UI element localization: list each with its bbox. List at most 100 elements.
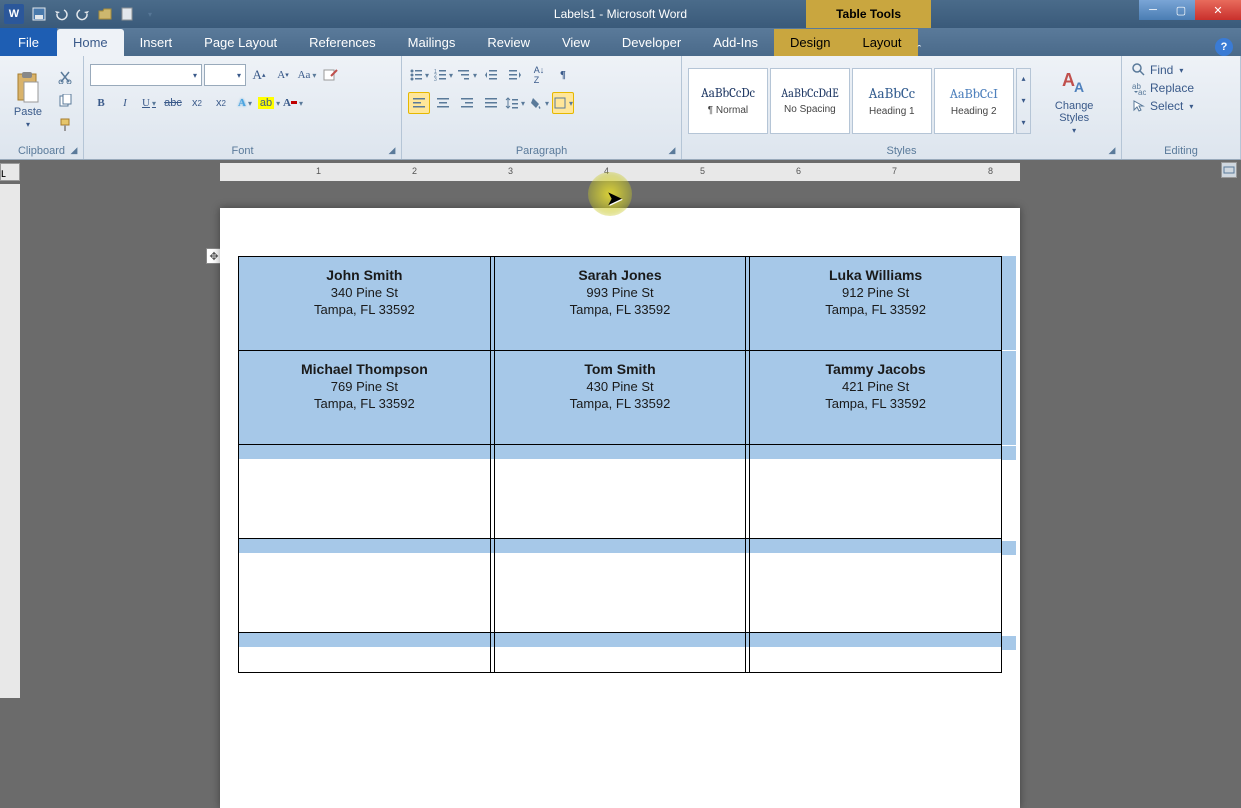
change-case-button[interactable]: Aa (296, 64, 318, 86)
collapse-ribbon-icon[interactable]: ˆ (918, 44, 922, 56)
review-tab[interactable]: Review (471, 29, 546, 56)
table-row: Michael Thompson 769 Pine St Tampa, FL 3… (239, 351, 1002, 445)
word-app-icon: W (4, 4, 24, 24)
tab-selector[interactable]: ˪ (0, 163, 20, 181)
font-label: Font (90, 143, 395, 159)
paste-button[interactable]: Paste ▾ (6, 68, 50, 133)
grow-font-button[interactable]: A▴ (248, 64, 270, 86)
shading-button[interactable] (528, 92, 550, 114)
developer-tab[interactable]: Developer (606, 29, 697, 56)
select-button[interactable]: Select▾ (1128, 98, 1197, 114)
undo-icon[interactable] (52, 5, 70, 23)
numbering-button[interactable]: 123 (432, 64, 454, 86)
font-size-input[interactable]: ▾ (204, 64, 246, 86)
line-spacing-button[interactable] (504, 92, 526, 114)
editing-group: Find▾ abac Replace Select▾ Editing (1122, 56, 1241, 159)
label-cell[interactable] (239, 445, 491, 539)
italic-button[interactable]: I (114, 92, 136, 114)
label-cell[interactable] (239, 633, 491, 673)
find-button[interactable]: Find▾ (1128, 62, 1187, 78)
text-effects-button[interactable]: A (234, 92, 256, 114)
document-page[interactable]: John Smith 340 Pine St Tampa, FL 33592 S… (220, 208, 1020, 808)
label-cell[interactable]: Tammy Jacobs 421 Pine St Tampa, FL 33592 (750, 351, 1002, 445)
maximize-button[interactable]: ▢ (1167, 0, 1195, 20)
align-center-button[interactable] (432, 92, 454, 114)
show-hide-button[interactable]: ¶ (552, 64, 574, 86)
label-cell[interactable] (750, 539, 1002, 633)
minimize-button[interactable]: ─ (1139, 0, 1167, 20)
shrink-font-button[interactable]: A▾ (272, 64, 294, 86)
table-row: John Smith 340 Pine St Tampa, FL 33592 S… (239, 257, 1002, 351)
redo-icon[interactable] (74, 5, 92, 23)
borders-button[interactable] (552, 92, 574, 114)
open-icon[interactable] (96, 5, 114, 23)
styles-launcher[interactable]: ◢ (1105, 143, 1119, 157)
clear-formatting-button[interactable] (320, 64, 342, 86)
label-cell[interactable] (494, 445, 746, 539)
cut-button[interactable] (54, 66, 76, 88)
home-tab[interactable]: Home (57, 29, 124, 56)
change-styles-button[interactable]: AA Change Styles ▾ (1033, 62, 1115, 139)
style-normal[interactable]: AaBbCcDc ¶ Normal (688, 68, 768, 134)
layout-tab[interactable]: Layout (846, 29, 917, 56)
label-cell[interactable]: John Smith 340 Pine St Tampa, FL 33592 (239, 257, 491, 351)
vertical-ruler[interactable] (0, 184, 20, 698)
paragraph-launcher[interactable]: ◢ (665, 143, 679, 157)
save-icon[interactable] (30, 5, 48, 23)
replace-button[interactable]: abac Replace (1128, 80, 1198, 96)
file-tab[interactable]: File (0, 28, 57, 56)
help-icon[interactable]: ? (1215, 38, 1233, 56)
label-cell[interactable] (750, 445, 1002, 539)
label-cell[interactable] (750, 633, 1002, 673)
insert-tab[interactable]: Insert (124, 29, 189, 56)
close-button[interactable]: ✕ (1195, 0, 1241, 20)
bold-button[interactable]: B (90, 92, 112, 114)
justify-button[interactable] (480, 92, 502, 114)
bullets-button[interactable] (408, 64, 430, 86)
font-name-input[interactable]: ▾ (90, 64, 202, 86)
decrease-indent-button[interactable] (480, 64, 502, 86)
align-right-button[interactable] (456, 92, 478, 114)
subscript-button[interactable]: x2 (186, 92, 208, 114)
new-icon[interactable] (118, 5, 136, 23)
references-tab[interactable]: References (293, 29, 391, 56)
multilevel-list-button[interactable] (456, 64, 478, 86)
superscript-button[interactable]: x2 (210, 92, 232, 114)
clipboard-launcher[interactable]: ◢ (67, 143, 81, 157)
align-left-button[interactable] (408, 92, 430, 114)
svg-text:3: 3 (434, 77, 437, 82)
label-cell[interactable]: Tom Smith 430 Pine St Tampa, FL 33592 (494, 351, 746, 445)
document-title: Labels1 - Microsoft Word (554, 7, 687, 21)
highlight-button[interactable]: ab (258, 92, 280, 114)
strikethrough-button[interactable]: abc (162, 92, 184, 114)
increase-indent-button[interactable] (504, 64, 526, 86)
style-no-spacing[interactable]: AaBbCcDdE No Spacing (770, 68, 850, 134)
addins-tab[interactable]: Add-Ins (697, 29, 774, 56)
font-launcher[interactable]: ◢ (385, 143, 399, 157)
label-cell[interactable] (494, 539, 746, 633)
view-tab[interactable]: View (546, 29, 606, 56)
horizontal-ruler[interactable]: 1 2 3 4 5 6 7 8 (220, 163, 1020, 181)
label-cell[interactable]: Luka Williams 912 Pine St Tampa, FL 3359… (750, 257, 1002, 351)
style-heading2[interactable]: AaBbCcI Heading 2 (934, 68, 1014, 134)
label-cell[interactable] (239, 539, 491, 633)
label-cell[interactable]: Michael Thompson 769 Pine St Tampa, FL 3… (239, 351, 491, 445)
styles-gallery-scroll[interactable]: ▴ ▾ ▾ (1016, 68, 1032, 134)
font-color-button[interactable]: A (282, 92, 304, 114)
styles-group: AaBbCcDc ¶ Normal AaBbCcDdE No Spacing A… (682, 56, 1122, 159)
label-cell[interactable]: Sarah Jones 993 Pine St Tampa, FL 33592 (494, 257, 746, 351)
page-layout-tab[interactable]: Page Layout (188, 29, 293, 56)
qat-more-icon[interactable] (140, 5, 158, 23)
sort-button[interactable]: A↓Z (528, 64, 550, 86)
style-heading1[interactable]: AaBbCc Heading 1 (852, 68, 932, 134)
copy-button[interactable] (54, 90, 76, 112)
underline-button[interactable]: U (138, 92, 160, 114)
label-cell[interactable] (494, 633, 746, 673)
ruler-toggle-icon[interactable] (1221, 162, 1237, 178)
format-painter-button[interactable] (54, 114, 76, 136)
paragraph-group: 123 A↓Z ¶ Paragraph ◢ (402, 56, 682, 159)
row-end-marker (1002, 351, 1016, 445)
design-tab[interactable]: Design (774, 29, 846, 56)
labels-table[interactable]: John Smith 340 Pine St Tampa, FL 33592 S… (238, 256, 1002, 673)
mailings-tab[interactable]: Mailings (392, 29, 472, 56)
